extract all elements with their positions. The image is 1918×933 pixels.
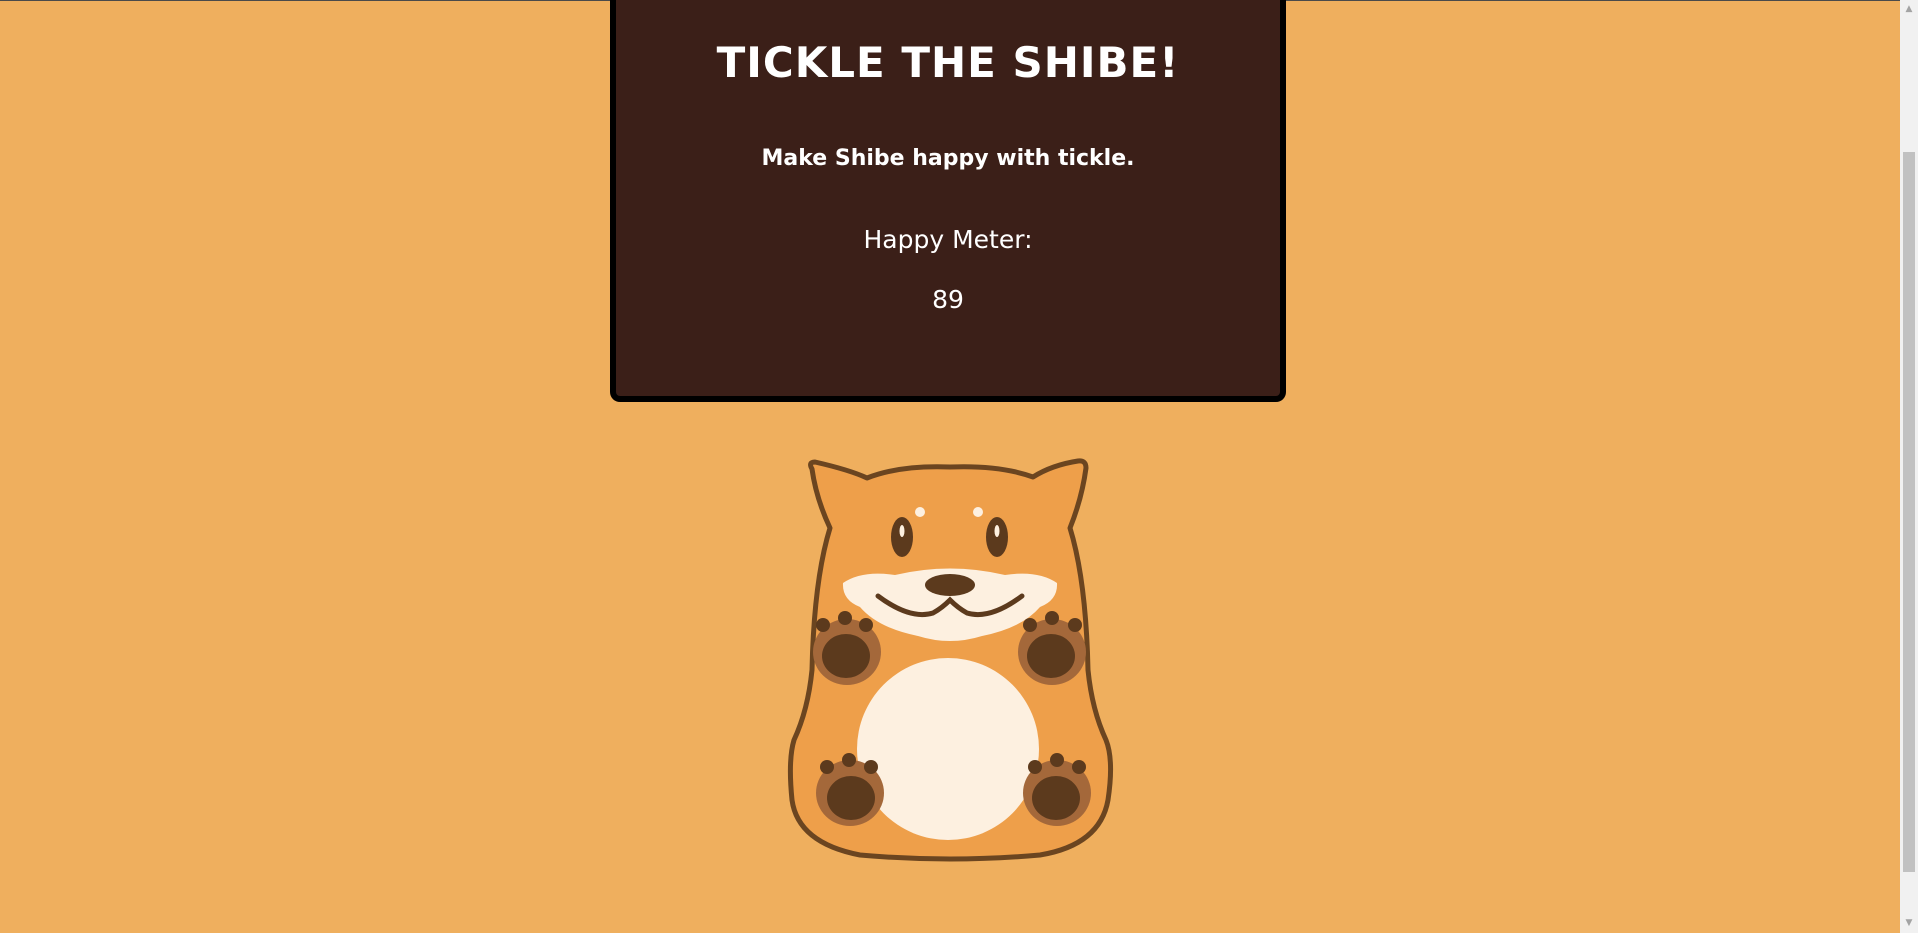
dog-upper-right-paw[interactable] [1018, 611, 1086, 685]
dog-lower-left-paw[interactable] [816, 753, 884, 826]
dog-lower-right-paw[interactable] [1023, 753, 1091, 826]
scroll-down-arrow-icon[interactable]: ▼ [1903, 917, 1915, 929]
dog-left-eyebrow [915, 507, 925, 517]
info-panel: TICKLE THE SHIBE! Make Shibe happy with … [610, 0, 1286, 402]
dog-left-eye-shine [899, 525, 905, 537]
page-title: TICKLE THE SHIBE! [716, 38, 1180, 87]
dog-right-eyebrow [973, 507, 983, 517]
scrollbar-thumb[interactable] [1903, 152, 1915, 872]
shiba-dog-illustration[interactable] [750, 450, 1150, 870]
scroll-up-arrow-icon[interactable]: ▲ [1903, 3, 1915, 15]
happy-meter-label: Happy Meter: [863, 225, 1033, 254]
instructions-text: Make Shibe happy with tickle. [761, 146, 1135, 171]
dog-upper-left-paw[interactable] [813, 611, 881, 685]
dog-nose [925, 574, 975, 596]
dog-belly [857, 658, 1039, 840]
happy-meter-value: 89 [932, 285, 964, 314]
dog-right-eye-shine [994, 525, 1000, 537]
